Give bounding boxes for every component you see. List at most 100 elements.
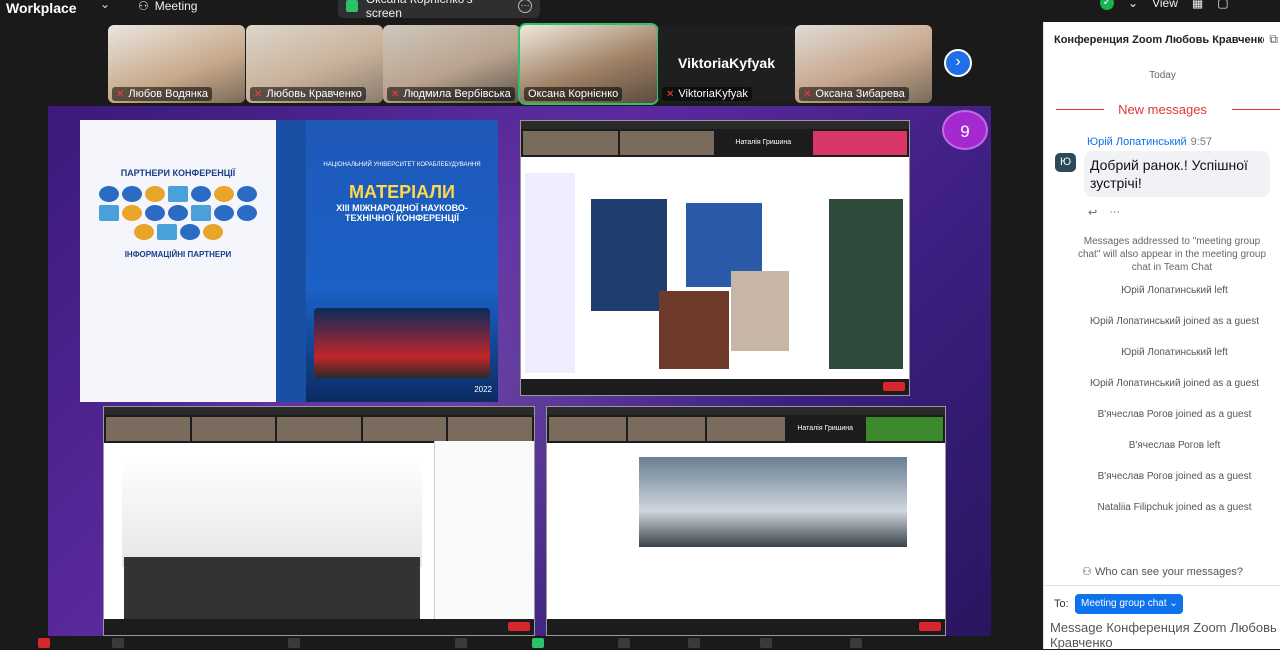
university-name: НАЦІОНАЛЬНИЙ УНІВЕРСИТЕТ КОРАБЛЕБУДУВАНН…	[323, 162, 481, 168]
info-partners-title: ІНФОРМАЦІЙНІ ПАРТНЕРИ	[124, 250, 232, 259]
people-icon: ⚇	[138, 0, 149, 13]
book-spine	[276, 120, 306, 402]
mic-muted-icon: ✕	[254, 88, 263, 100]
share-screen-icon	[346, 0, 358, 12]
chevron-down-icon[interactable]: ⌄	[100, 0, 110, 11]
zoom-toolbar	[104, 619, 534, 635]
participant-tile[interactable]: ✕ Любов Водянка	[108, 25, 245, 103]
message-input[interactable]: Message Конференция Zoom Любовь Кравченк…	[1050, 620, 1280, 650]
journal-cover	[591, 199, 667, 311]
chevron-down-icon: ⌄	[1169, 598, 1178, 609]
more-options-icon[interactable]: ···	[518, 0, 532, 13]
avatar[interactable]: Ю	[1055, 153, 1076, 172]
message-sender: Юрій Лопатинський 9:57	[1087, 136, 1212, 148]
book-title: МАТЕРІАЛИ	[349, 182, 455, 202]
top-right-controls: ✓ ⌄ View ▦ ▢	[1100, 0, 1229, 10]
system-note: Messages addressed to "meeting group cha…	[1077, 236, 1267, 273]
divider-line	[1232, 109, 1280, 110]
participant-name-tag: ✕ ViktoriaKyfyak	[662, 87, 752, 101]
recipient-select[interactable]: Meeting group chat ⌄	[1075, 594, 1183, 614]
window-icon[interactable]: ▢	[1217, 0, 1228, 10]
slide-sidebar	[525, 173, 575, 373]
participant-name: Оксана Корнієнко	[528, 88, 619, 100]
reactions-icon[interactable]	[688, 638, 700, 648]
book-front-cover: НАЦІОНАЛЬНИЙ УНІВЕРСИТЕТ КОРАБЛЕБУДУВАНН…	[306, 120, 498, 402]
page-badge: 9	[942, 110, 988, 150]
participant-tile[interactable]: ✕ Оксана Зибарева	[795, 25, 932, 103]
view-button[interactable]: View	[1152, 0, 1178, 10]
people-icon: ⚇	[1082, 566, 1095, 578]
window-titlebar	[547, 407, 945, 415]
mic-muted-icon: ✕	[803, 88, 812, 100]
chevron-down-icon[interactable]: ⌄	[1128, 0, 1138, 10]
mic-muted-icon: ✕	[116, 88, 125, 100]
participants-panel	[434, 441, 534, 621]
to-label: To:	[1054, 598, 1069, 610]
participant-name-tag: Оксана Корнієнко	[524, 87, 623, 101]
message-actions: ↩ ···	[1088, 206, 1120, 219]
mic-muted-icon[interactable]	[38, 638, 50, 648]
chat-header-title: Конференция Zoom Любовь Кравченко	[1054, 34, 1264, 46]
meeting-menu[interactable]: ⚇ Meeting	[138, 0, 197, 13]
message-bubble: Добрий ранок.! Успішної зустрічі!	[1084, 151, 1270, 197]
popout-icon[interactable]: ⧉	[1269, 32, 1278, 47]
apps-icon[interactable]	[760, 638, 772, 648]
participant-name-tag: ✕ Людмила Вербівська	[387, 87, 515, 101]
sender-name[interactable]: Юрій Лопатинський	[1087, 136, 1187, 148]
chat-event: В'ячеслав Рогов joined as a guest	[1097, 471, 1252, 482]
chat-icon[interactable]	[455, 638, 467, 648]
participant-tile[interactable]: ✕ Любовь Кравченко	[246, 25, 383, 103]
participant-display-name: ViktoriaKyfyak	[677, 55, 775, 71]
divider	[1044, 585, 1280, 586]
reply-icon[interactable]: ↩	[1088, 206, 1097, 219]
thumb-row	[104, 415, 534, 443]
mic-muted-icon: ✕	[666, 88, 675, 100]
chat-panel: Конференция Zoom Любовь Кравченко ⧉ Toda…	[1043, 22, 1280, 650]
who-can-see-label: Who can see your messages?	[1094, 566, 1243, 578]
thumb-row: Наталія Гришина	[521, 129, 909, 157]
report-text-block	[124, 557, 420, 627]
tanker-photo	[639, 457, 907, 547]
partners-title: ПАРТНЕРИ КОНФЕРЕНЦІЇ	[120, 168, 236, 178]
ferry-image	[122, 457, 422, 567]
next-page-button[interactable]: ›	[944, 49, 972, 77]
participant-name: ViktoriaKyfyak	[678, 88, 748, 100]
chat-event: Юрій Лопатинський joined as a guest	[1090, 316, 1259, 327]
more-icon[interactable]	[850, 638, 862, 648]
grid-icon[interactable]: ▦	[1192, 0, 1203, 10]
video-icon[interactable]	[112, 638, 124, 648]
book-subtitle: XIII МІЖНАРОДНОЇ НАУКОВО-ТЕХНІЧНОЇ КОНФЕ…	[336, 203, 468, 223]
participant-tile-active-speaker[interactable]: Оксана Корнієнко	[518, 23, 659, 105]
share-screen-icon[interactable]	[532, 638, 544, 648]
participant-tile[interactable]: ✕ Людмила Вербівська	[383, 25, 520, 103]
participant-name: Оксана Зибарева	[815, 88, 905, 100]
chevron-right-icon: ›	[955, 53, 961, 70]
meeting-toolbar	[0, 636, 1043, 649]
chat-event: Юрій Лопатинський left	[1121, 285, 1228, 296]
screen-share-pill[interactable]: Оксана Корнієнко's screen ···	[338, 0, 540, 20]
participant-name-tag: ✕ Любов Водянка	[112, 87, 213, 101]
participant-tile[interactable]: ViktoriaKyfyak ✕ ViktoriaKyfyak	[658, 25, 795, 103]
ship-image	[314, 308, 490, 378]
security-shield-icon[interactable]: ✓	[1100, 0, 1114, 10]
journal-cover	[829, 199, 903, 369]
partner-logos	[88, 186, 268, 240]
date-divider: Today	[1149, 70, 1176, 81]
record-icon[interactable]	[618, 638, 630, 648]
chat-event: Nataliia Filipchuk joined as a guest	[1097, 502, 1252, 513]
more-options-icon[interactable]: ···	[1109, 206, 1120, 219]
meeting-label: Meeting	[154, 0, 198, 13]
chat-event: Юрій Лопатинський joined as a guest	[1090, 378, 1259, 389]
zoom-toolbar	[521, 379, 909, 395]
zoom-toolbar	[547, 619, 945, 635]
who-can-see-link[interactable]: ⚇ Who can see your messages?	[1044, 565, 1280, 578]
participant-name: Людмила Вербівська	[403, 88, 511, 100]
app-brand[interactable]: Workplace	[6, 0, 77, 17]
chat-event: В'ячеслав Рогов left	[1128, 440, 1221, 451]
person-photo	[659, 291, 729, 369]
recipient-value: Meeting group chat	[1081, 598, 1167, 609]
participant-name-tag: ✕ Любовь Кравченко	[250, 87, 366, 101]
window-titlebar	[521, 121, 909, 129]
book-year: 2022	[474, 385, 492, 394]
participants-icon[interactable]	[288, 638, 300, 648]
